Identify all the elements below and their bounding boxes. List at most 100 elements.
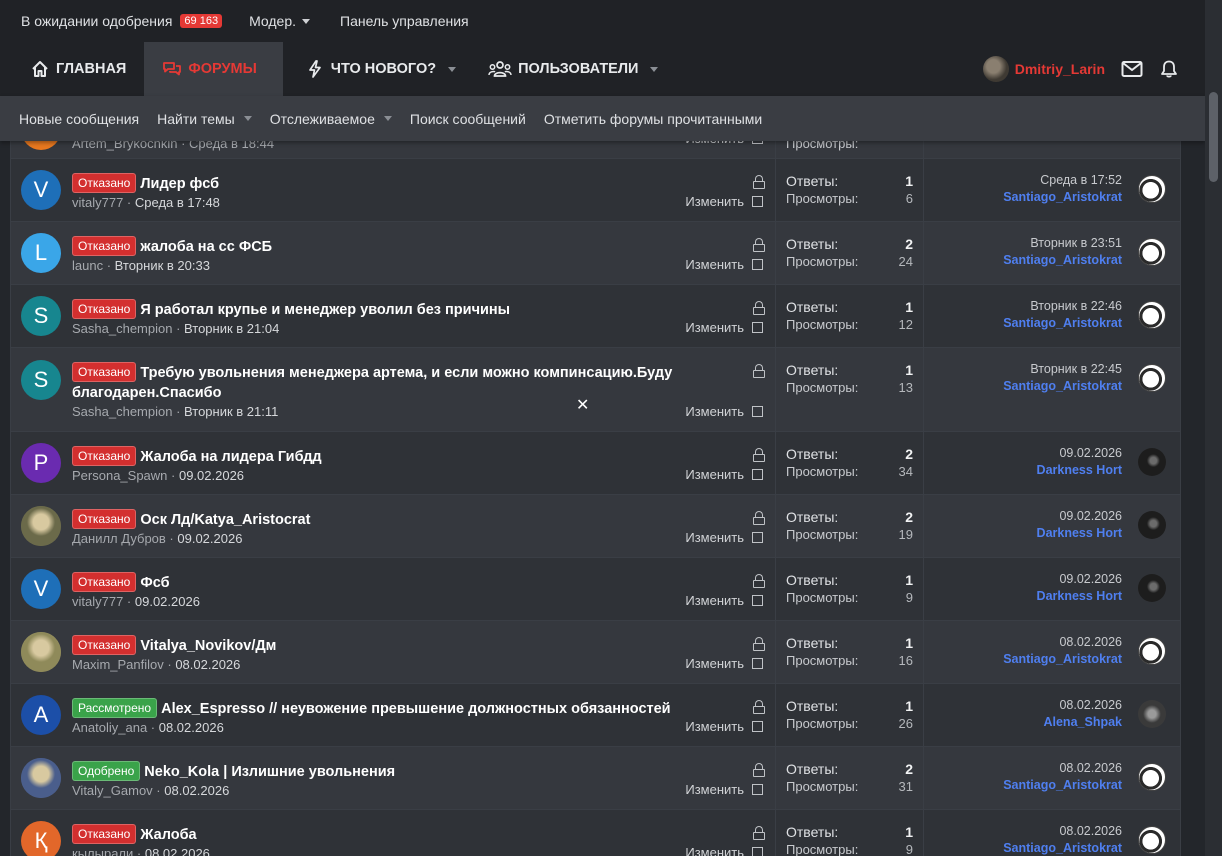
- thread-author[interactable]: vitaly777: [72, 594, 123, 609]
- avatar[interactable]: [1138, 511, 1166, 539]
- thread-row[interactable]: V Отказано Фсб vitaly777 · 09.02.2026 Измени…: [11, 558, 1180, 621]
- thread-title[interactable]: Фсб: [140, 575, 169, 591]
- watched-link[interactable]: Отслеживаемое: [270, 111, 392, 127]
- edit-toggle[interactable]: Изменить: [685, 719, 763, 734]
- status-badge[interactable]: Рассмотрено: [72, 698, 158, 718]
- last-post-user[interactable]: Santiago_Aristokrat: [924, 778, 1122, 792]
- thread-title[interactable]: Лидер фсб: [140, 176, 219, 192]
- envelope-icon[interactable]: [1121, 60, 1143, 78]
- last-post-date[interactable]: 08.02.2026: [924, 698, 1122, 712]
- avatar[interactable]: S: [21, 296, 61, 336]
- select-checkbox[interactable]: [752, 847, 763, 856]
- status-badge[interactable]: Отказано: [72, 173, 137, 193]
- avatar[interactable]: P: [21, 443, 61, 483]
- thread-row[interactable]: S Отказано Требую увольнения менеджера арт…: [11, 348, 1180, 432]
- avatar[interactable]: [1138, 826, 1166, 854]
- edit-toggle[interactable]: Изменить: [685, 257, 763, 272]
- select-checkbox[interactable]: [752, 259, 763, 270]
- last-post-date[interactable]: 09.02.2026: [924, 509, 1122, 523]
- edit-toggle[interactable]: Изменить: [685, 782, 763, 797]
- close-icon[interactable]: ✕: [576, 395, 589, 415]
- scrollbar-thumb[interactable]: [1209, 92, 1218, 182]
- status-badge[interactable]: Отказано: [72, 572, 137, 592]
- select-checkbox[interactable]: [752, 595, 763, 606]
- last-post-date[interactable]: 09.02.2026: [924, 446, 1122, 460]
- chevron-down-icon[interactable]: [383, 116, 392, 121]
- avatar[interactable]: [21, 506, 61, 546]
- thread-date[interactable]: 09.02.2026: [177, 531, 242, 546]
- thread-title[interactable]: жалоба на сс ФСБ: [140, 239, 272, 255]
- tab-home[interactable]: ГЛАВНАЯ: [0, 42, 144, 96]
- bell-icon[interactable]: [1159, 59, 1179, 79]
- status-badge[interactable]: Отказано: [72, 446, 137, 466]
- find-threads-link[interactable]: Найти темы: [157, 111, 252, 127]
- thread-row[interactable]: Қ Отказано Жалоба кылырали · 08.02.2026 Изме…: [11, 810, 1180, 856]
- avatar[interactable]: [1138, 700, 1166, 728]
- avatar[interactable]: [1138, 301, 1166, 329]
- last-post-user[interactable]: Santiago_Aristokrat: [924, 841, 1122, 855]
- edit-toggle[interactable]: Изменить: [685, 593, 763, 608]
- thread-row[interactable]: Одобрено Neko_Kola | Излишние увольнения V…: [11, 747, 1180, 810]
- last-post-date[interactable]: 08.02.2026: [924, 761, 1122, 775]
- select-checkbox[interactable]: [752, 784, 763, 795]
- moder-menu[interactable]: Модер.: [249, 13, 311, 29]
- last-post-date[interactable]: Вторник в 22:45: [924, 362, 1122, 376]
- thread-title[interactable]: Оск Лд/Katya_Aristocrat: [140, 512, 310, 528]
- thread-date[interactable]: Среда в 17:48: [135, 195, 220, 210]
- avatar[interactable]: [1138, 448, 1166, 476]
- avatar[interactable]: [982, 56, 1009, 82]
- admin-panel-link[interactable]: Панель управления: [340, 13, 469, 29]
- last-post-date[interactable]: 08.02.2026: [924, 635, 1122, 649]
- chevron-down-icon[interactable]: [448, 66, 457, 72]
- pending-approval-link[interactable]: В ожидании одобрения 69 163: [21, 13, 223, 29]
- status-badge[interactable]: Отказано: [72, 236, 137, 256]
- thread-row[interactable]: Отказано Vitalya_Novikov/Дм Maxim_Panfilov…: [11, 621, 1180, 684]
- tab-members[interactable]: ПОЛЬЗОВАТЕЛИ: [472, 42, 674, 96]
- thread-author[interactable]: Anatoliy_ana: [72, 720, 147, 735]
- thread-author[interactable]: Vitaly_Gamov: [72, 783, 153, 798]
- thread-row[interactable]: A Рассмотрено Alex_Espresso // неувожение …: [11, 684, 1180, 747]
- edit-toggle[interactable]: Изменить: [685, 656, 763, 671]
- thread-author[interactable]: кылырали: [72, 846, 133, 856]
- mark-forums-read-link[interactable]: Отметить форумы прочитанными: [544, 111, 762, 127]
- chevron-down-icon[interactable]: [650, 66, 659, 72]
- last-post-user[interactable]: Santiago_Aristokrat: [924, 652, 1122, 666]
- edit-toggle[interactable]: Изменить: [685, 845, 763, 856]
- thread-author[interactable]: Persona_Spawn: [72, 468, 167, 483]
- last-post-date[interactable]: Среда в 17:52: [924, 173, 1122, 187]
- last-post-user[interactable]: Santiago_Aristokrat: [924, 379, 1122, 393]
- chevron-down-icon[interactable]: [243, 116, 252, 121]
- select-checkbox[interactable]: [752, 196, 763, 207]
- edit-toggle[interactable]: Изменить: [685, 320, 763, 335]
- last-post-user[interactable]: Darkness Hort: [924, 463, 1122, 477]
- avatar[interactable]: S: [21, 360, 61, 400]
- status-badge[interactable]: Отказано: [72, 362, 137, 382]
- select-checkbox[interactable]: [752, 469, 763, 480]
- scrollbar[interactable]: [1205, 0, 1222, 856]
- search-posts-link[interactable]: Поиск сообщений: [410, 111, 526, 127]
- avatar[interactable]: [21, 758, 61, 798]
- thread-row[interactable]: S Отказано Я работал крупье и менеджер уво…: [11, 285, 1180, 348]
- thread-row[interactable]: Отказано Оск Лд/Katya_Aristocrat Данилл Ду…: [11, 495, 1180, 558]
- thread-author[interactable]: Maxim_Panfilov: [72, 657, 164, 672]
- thread-title[interactable]: Жалоба: [140, 827, 196, 843]
- thread-title[interactable]: Vitalya_Novikov/Дм: [140, 638, 276, 654]
- avatar[interactable]: A: [21, 695, 61, 735]
- last-post-date[interactable]: Вторник в 22:46: [924, 299, 1122, 313]
- edit-toggle[interactable]: Изменить: [685, 194, 763, 209]
- thread-date[interactable]: 08.02.2026: [145, 846, 210, 856]
- select-checkbox[interactable]: [752, 658, 763, 669]
- avatar[interactable]: [1138, 637, 1166, 665]
- last-post-date[interactable]: 08.02.2026: [924, 824, 1122, 838]
- thread-row[interactable]: P Отказано Жалоба на лидера Гибдд Persona_S…: [11, 432, 1180, 495]
- status-badge[interactable]: Отказано: [72, 299, 137, 319]
- avatar[interactable]: [1138, 238, 1166, 266]
- last-post-user[interactable]: Alena_Shpak: [924, 715, 1122, 729]
- edit-toggle[interactable]: Изменить: [685, 467, 763, 482]
- avatar[interactable]: L: [21, 233, 61, 273]
- status-badge[interactable]: Отказано: [72, 824, 137, 844]
- thread-row[interactable]: V Отказано Лидер фсб vitaly777 · Среда в 17…: [11, 159, 1180, 222]
- tab-forums[interactable]: ФОРУМЫ: [144, 42, 283, 96]
- edit-toggle[interactable]: Изменить: [685, 530, 763, 545]
- thread-date[interactable]: Вторник в 21:11: [184, 404, 278, 419]
